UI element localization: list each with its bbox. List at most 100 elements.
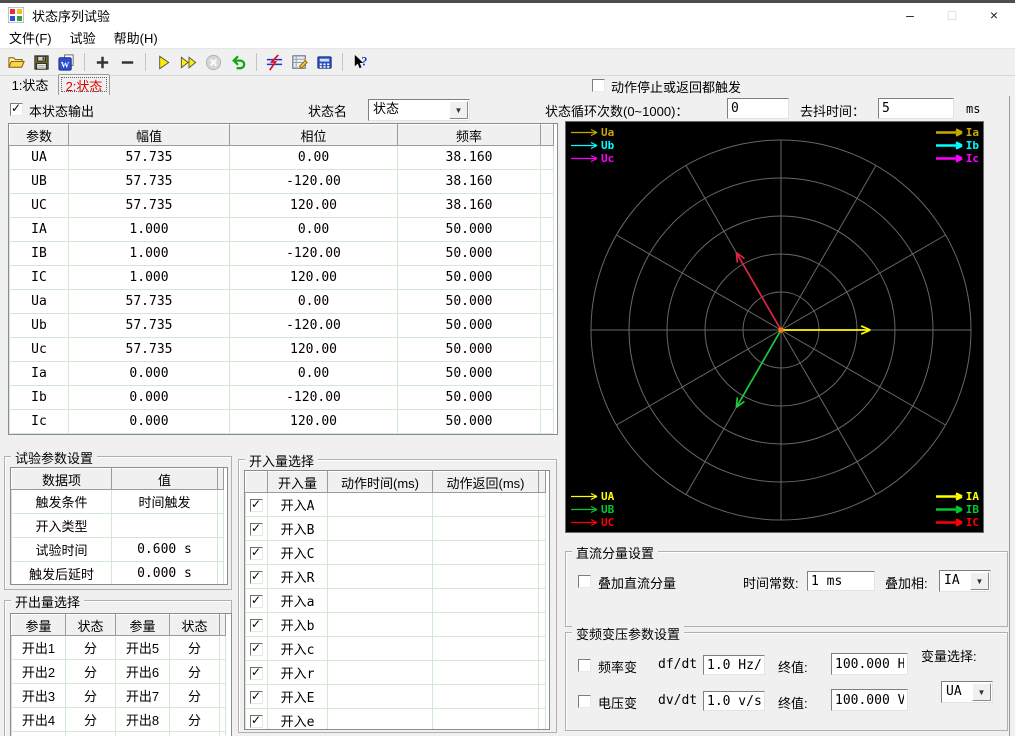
- state-name-combobox[interactable]: 状态 ▼: [368, 99, 470, 121]
- binary-in-checkbox[interactable]: [250, 617, 263, 633]
- variable-select-label: 变量选择:: [921, 649, 977, 664]
- param-value-cell[interactable]: 0.000: [68, 409, 230, 434]
- tab-state-1[interactable]: 1:状态: [4, 74, 56, 95]
- calculator-button[interactable]: [312, 51, 337, 73]
- table-row: 开出3 分开出7 分: [11, 683, 226, 708]
- param-value-cell[interactable]: -120.00: [229, 169, 398, 194]
- add-state-button[interactable]: [90, 51, 115, 73]
- param-value-cell[interactable]: 50.000: [397, 217, 541, 242]
- output-state-cell[interactable]: 分: [65, 707, 116, 732]
- menu-help[interactable]: 帮助(H): [105, 26, 167, 49]
- state-output-checkbox[interactable]: [10, 101, 23, 116]
- param-value-cell[interactable]: 120.00: [229, 193, 398, 218]
- param-value-cell[interactable]: -120.00: [229, 385, 398, 410]
- value-cell[interactable]: 时间触发: [111, 489, 218, 514]
- param-value-cell[interactable]: 0.00: [229, 145, 398, 170]
- param-value-cell[interactable]: -120.00: [229, 313, 398, 338]
- minimize-button[interactable]: –: [889, 3, 931, 27]
- close-button[interactable]: ×: [973, 3, 1015, 27]
- tab-state-2[interactable]: 2:状态: [58, 74, 110, 95]
- output-state-cell[interactable]: 分: [169, 707, 220, 732]
- legend-label: Ia: [965, 125, 979, 139]
- param-value-cell[interactable]: 0.000: [68, 385, 230, 410]
- variable-select-combobox[interactable]: UA ▼: [941, 681, 993, 703]
- open-file-button[interactable]: [4, 51, 29, 73]
- param-value-cell[interactable]: 50.000: [397, 409, 541, 434]
- param-value-cell[interactable]: 57.735: [68, 145, 230, 170]
- param-value-cell[interactable]: 120.00: [229, 337, 398, 362]
- report-edit-button[interactable]: [287, 51, 312, 73]
- trigger-on-stop-checkbox[interactable]: [592, 79, 605, 92]
- binary-in-checkbox[interactable]: [250, 665, 263, 681]
- export-word-button[interactable]: W: [54, 51, 79, 73]
- volt-change-checkbox[interactable]: [578, 695, 591, 708]
- param-value-cell[interactable]: 57.735: [68, 337, 230, 362]
- freq-final-input[interactable]: [831, 653, 908, 675]
- binary-in-checkbox[interactable]: [250, 593, 263, 609]
- param-value-cell[interactable]: 50.000: [397, 361, 541, 386]
- param-value-cell[interactable]: 57.735: [68, 289, 230, 314]
- output-state-cell[interactable]: 分: [65, 659, 116, 684]
- param-value-cell[interactable]: 0.00: [229, 289, 398, 314]
- output-state-cell[interactable]: 分: [169, 635, 220, 660]
- maximize-button[interactable]: □: [931, 3, 973, 27]
- param-value-cell[interactable]: 0.00: [229, 361, 398, 386]
- volt-final-input[interactable]: [831, 689, 908, 711]
- output-state-cell[interactable]: 分: [169, 659, 220, 684]
- stop-button[interactable]: [201, 51, 226, 73]
- param-value-cell[interactable]: 50.000: [397, 265, 541, 290]
- menu-test[interactable]: 试验: [61, 26, 105, 49]
- menu-file[interactable]: 文件(F): [0, 26, 61, 49]
- undo-button[interactable]: [226, 51, 251, 73]
- spacer-cell: [540, 409, 554, 434]
- binary-in-checkbox[interactable]: [250, 545, 263, 561]
- binary-in-checkbox[interactable]: [250, 641, 263, 657]
- output-state-cell[interactable]: 分: [65, 635, 116, 660]
- output-state-cell[interactable]: 分: [65, 683, 116, 708]
- binary-in-checkbox[interactable]: [250, 521, 263, 537]
- debounce-input[interactable]: [878, 98, 954, 119]
- param-value-cell[interactable]: 1.000: [68, 241, 230, 266]
- param-value-cell[interactable]: 120.00: [229, 409, 398, 434]
- param-value-cell[interactable]: 0.00: [229, 217, 398, 242]
- dvdt-input[interactable]: [703, 691, 765, 711]
- binary-in-checkbox[interactable]: [250, 569, 263, 585]
- param-value-cell[interactable]: 38.160: [397, 169, 541, 194]
- phasor-legend-item-ub: UB: [570, 503, 614, 515]
- param-value-cell[interactable]: 38.160: [397, 145, 541, 170]
- param-value-cell[interactable]: 1.000: [68, 265, 230, 290]
- binary-in-checkbox[interactable]: [250, 689, 263, 705]
- param-value-cell[interactable]: 57.735: [68, 313, 230, 338]
- param-value-cell[interactable]: 50.000: [397, 289, 541, 314]
- param-value-cell[interactable]: 50.000: [397, 385, 541, 410]
- param-value-cell[interactable]: 38.160: [397, 193, 541, 218]
- binary-in-checkbox[interactable]: [250, 713, 263, 729]
- output-state-cell[interactable]: 分: [169, 683, 220, 708]
- dc-phase-combobox[interactable]: IA ▼: [939, 570, 991, 592]
- param-value-cell[interactable]: 57.735: [68, 193, 230, 218]
- context-help-button[interactable]: ?: [348, 51, 373, 73]
- param-value-cell[interactable]: 50.000: [397, 337, 541, 362]
- value-cell[interactable]: [111, 513, 218, 538]
- param-value-cell[interactable]: 57.735: [68, 169, 230, 194]
- param-value-cell[interactable]: 50.000: [397, 313, 541, 338]
- param-value-cell[interactable]: 50.000: [397, 241, 541, 266]
- run-all-button[interactable]: [176, 51, 201, 73]
- save-button[interactable]: [29, 51, 54, 73]
- binary-in-checkbox[interactable]: [250, 497, 263, 513]
- loop-count-input[interactable]: [727, 98, 789, 119]
- param-value-cell[interactable]: 120.00: [229, 265, 398, 290]
- header-row: 开入量 动作时间(ms) 动作返回(ms): [245, 471, 546, 493]
- dc-superimpose-checkbox[interactable]: [578, 575, 591, 588]
- param-value-cell[interactable]: 1.000: [68, 217, 230, 242]
- remove-state-button[interactable]: [115, 51, 140, 73]
- run-button[interactable]: [151, 51, 176, 73]
- dc-time-const-input[interactable]: [807, 571, 875, 591]
- trigger-settings-button[interactable]: [262, 51, 287, 73]
- value-cell[interactable]: 0.600 s: [111, 537, 218, 562]
- param-value-cell[interactable]: -120.00: [229, 241, 398, 266]
- value-cell[interactable]: 0.000 s: [111, 561, 218, 584]
- freq-change-checkbox[interactable]: [578, 659, 591, 672]
- param-value-cell[interactable]: 0.000: [68, 361, 230, 386]
- dfdt-input[interactable]: [703, 655, 765, 675]
